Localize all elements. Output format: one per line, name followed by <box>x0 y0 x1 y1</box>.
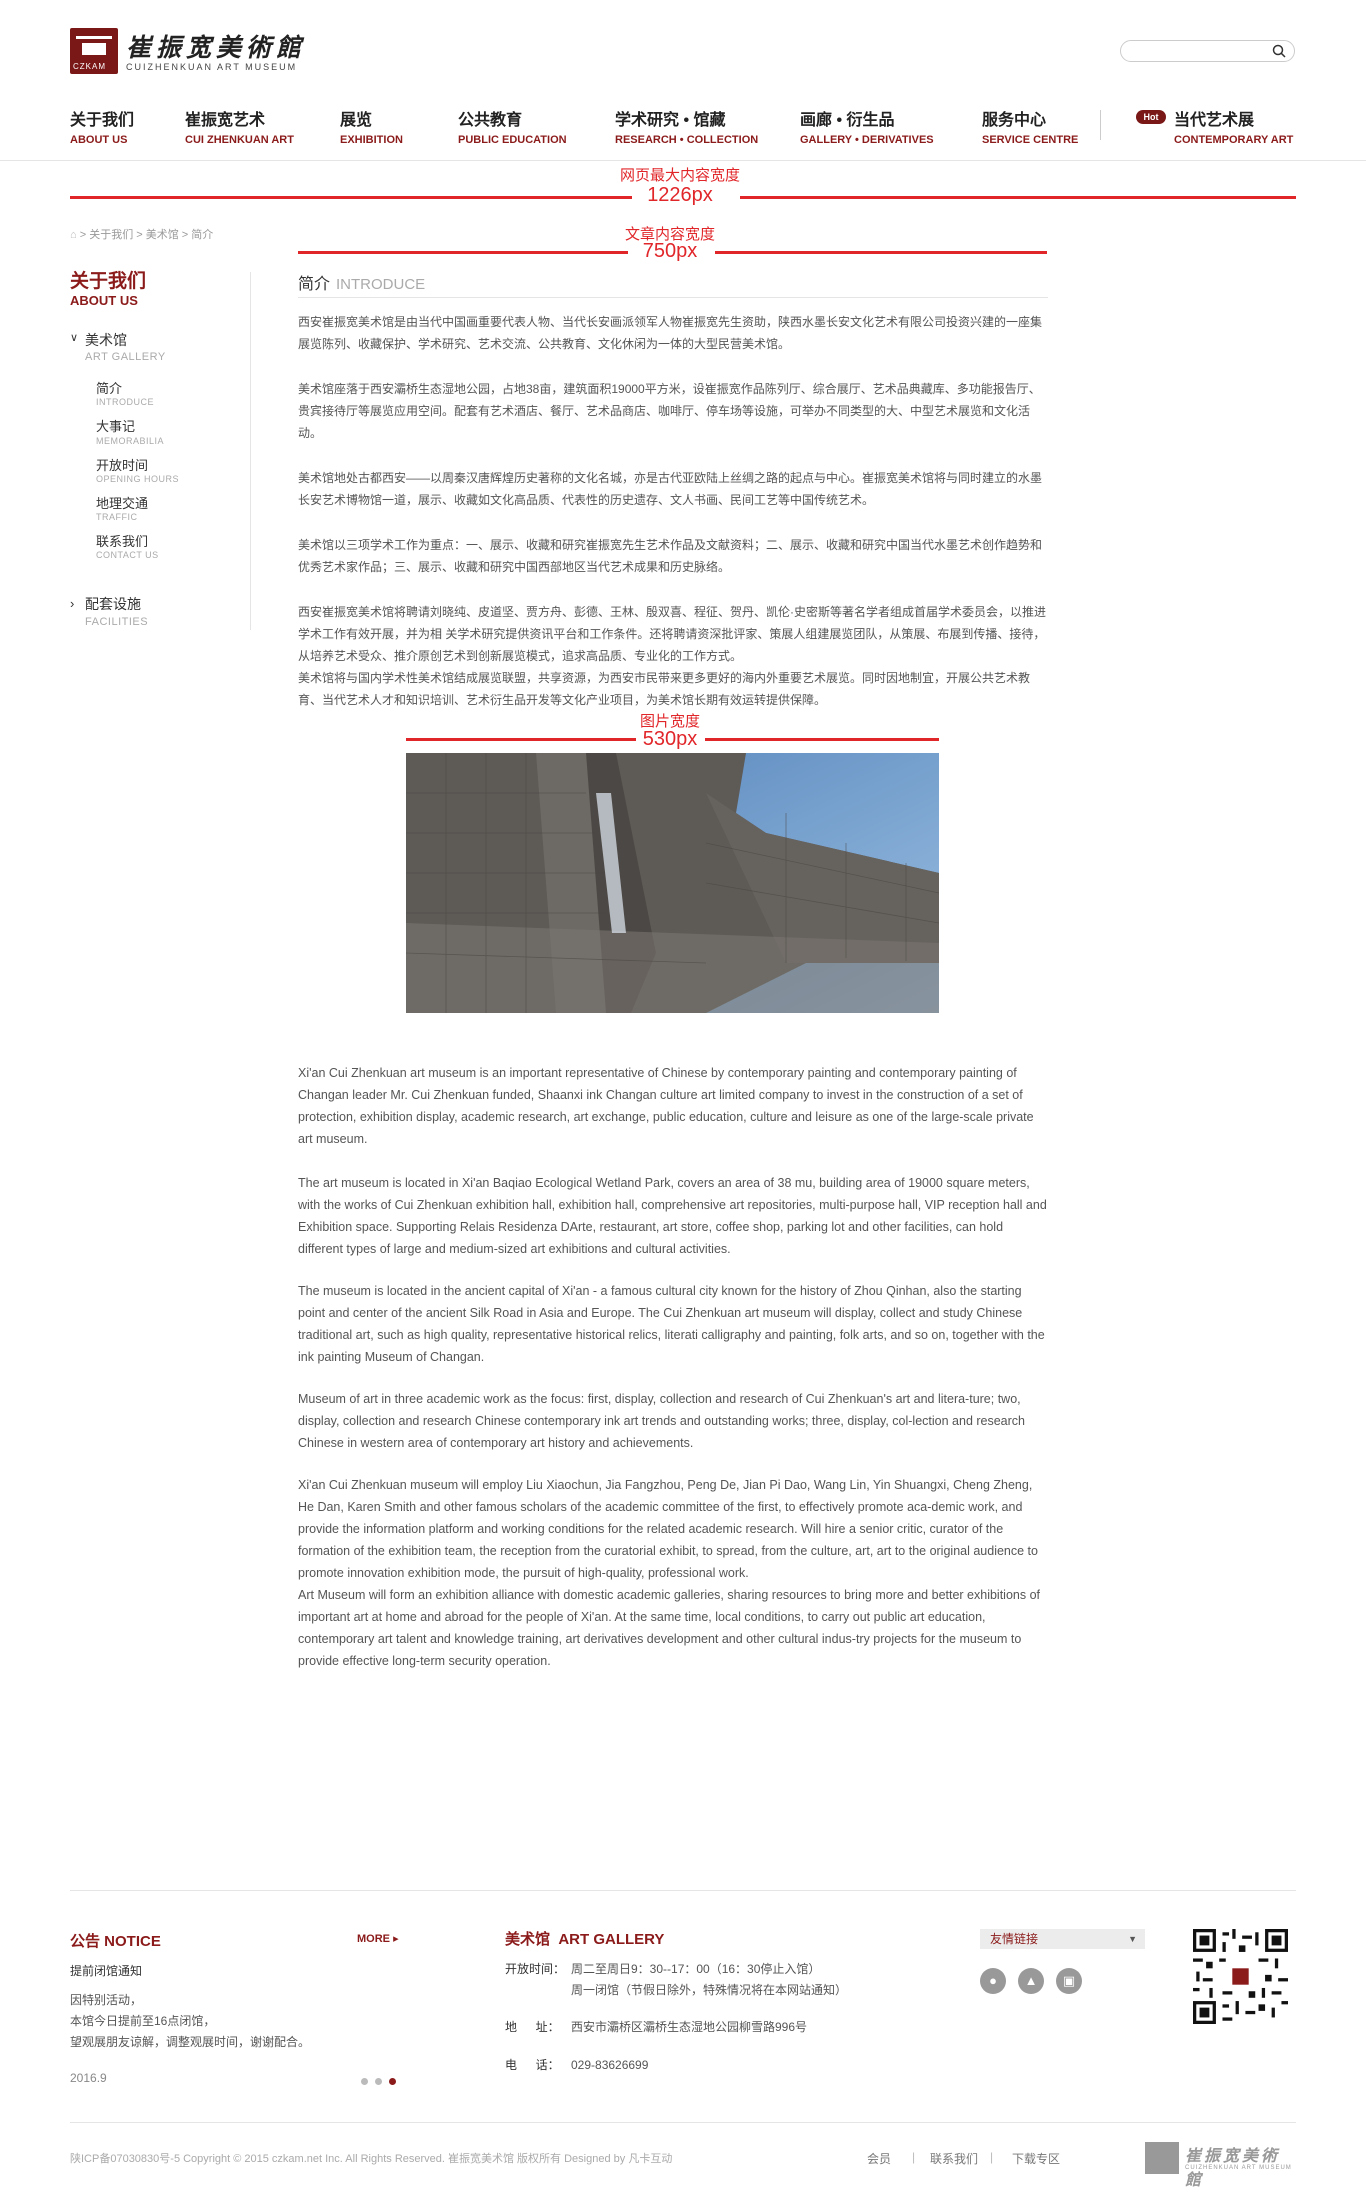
notice-line: 因特别活动， <box>70 1993 143 2007</box>
annotation-image-width-line-right <box>705 738 939 741</box>
nav-item-research[interactable]: 学术研究 • 馆藏 RESEARCH • COLLECTION <box>615 106 758 146</box>
sidebar-item-memorabilia[interactable]: 大事记 <box>96 416 135 435</box>
footer-link-separator: | <box>990 2150 994 2164</box>
notice-more-link[interactable]: MORE ▸ <box>357 1932 399 1945</box>
breadcrumb-path[interactable]: > 关于我们 > 美术馆 > 简介 <box>80 229 214 241</box>
wechat-icon[interactable]: ● <box>980 1968 1006 1994</box>
museum-photo <box>406 753 939 1013</box>
footer-link-contact[interactable]: 联系我们 <box>930 2150 978 2167</box>
sidebar-title: 关于我们 <box>70 271 147 292</box>
carousel-dot-active[interactable] <box>389 2078 396 2085</box>
site-logo[interactable]: CZKAM 崔振宽美術館 CUIZHENKUAN ART MUSEUM <box>70 28 310 76</box>
main-nav: 关于我们 ABOUT US 崔振宽艺术 CUI ZHENKUAN ART 展览 EXH… <box>70 106 1296 154</box>
article-paragraph-en: Xi'an Cui Zhenkuan art museum is an impo… <box>298 1066 1034 1146</box>
sidebar-item-traffic[interactable]: 地理交通 <box>96 493 148 512</box>
annotation-page-width-label: 网页最大内容宽度 <box>619 167 740 184</box>
footer-link-downloads[interactable]: 下载专区 <box>1012 2150 1060 2167</box>
sidebar-item-contact-en: CONTACT US <box>96 550 159 560</box>
footer-logo-subtitle: CUIZHENKUAN ART MUSEUM <box>1185 2165 1292 2171</box>
logo-mark-icon: CZKAM <box>70 28 118 74</box>
annotation-page-width-line-left <box>70 196 632 199</box>
friend-links-select[interactable]: 友情链接 ▼ <box>980 1929 1145 1949</box>
qr-code-icon <box>1193 1929 1288 2024</box>
chevron-right-icon[interactable]: › <box>70 596 74 611</box>
sidebar-item-contact[interactable]: 联系我们 <box>96 531 148 550</box>
nav-item-contemporary[interactable]: 当代艺术展 CONTEMPORARY ART <box>1174 106 1293 146</box>
sidebar-item-introduce[interactable]: 简介 <box>96 378 122 397</box>
annotation-page-width-line-right <box>740 196 1296 199</box>
chevron-down-icon[interactable]: ∨ <box>70 331 78 344</box>
sidebar-group-facilities-en: FACILITIES <box>85 616 149 628</box>
sidebar-item-introduce-en: INTRODUCE <box>96 397 154 407</box>
logo-subtitle: CUIZHENKUAN ART MUSEUM <box>126 62 298 72</box>
sidebar-divider <box>250 272 251 630</box>
notice-line: 望观展朋友谅解，调整观展时间，谢谢配合。 <box>70 2035 311 2049</box>
breadcrumb: ⌂ > 关于我们 > 美术馆 > 简介 <box>70 226 213 242</box>
article-paragraph-en: The art museum is located in Xi'an Baqia… <box>298 1176 1047 1256</box>
footer-logo-mark-icon <box>1145 2142 1179 2174</box>
annotation-image-width-line-left <box>406 738 636 741</box>
copyright-text: 陕ICP备07030830号-5 Copyright © 2015 czkam.… <box>70 2153 673 2165</box>
nav-item-cui-art[interactable]: 崔振宽艺术 CUI ZHENKUAN ART <box>185 106 294 146</box>
caret-down-icon: ▼ <box>1128 1934 1137 1944</box>
home-icon[interactable]: ⌂ <box>70 229 77 241</box>
nav-item-about[interactable]: 关于我们 ABOUT US <box>70 106 134 146</box>
sidebar-group-art-gallery[interactable]: 美术馆 <box>85 330 127 350</box>
search-input[interactable] <box>1120 40 1295 62</box>
sidebar-item-memorabilia-en: MEMORABILIA <box>96 436 165 446</box>
footer-link-member[interactable]: 会员 <box>867 2150 891 2167</box>
footer-bottom-divider <box>70 2122 1296 2123</box>
sidebar-item-opening-hours-en: OPENING HOURS <box>96 474 180 484</box>
notice-date: 2016.9 <box>70 2071 107 2085</box>
carousel-dot[interactable] <box>361 2078 368 2085</box>
logo-title: 崔振宽美術館 <box>126 33 307 62</box>
footer-logo: 崔振宽美術館 CUIZHENKUAN ART MUSEUM <box>1145 2142 1295 2189</box>
douban-icon[interactable]: ▣ <box>1056 1968 1082 1994</box>
sidebar-subtitle: ABOUT US <box>70 293 138 308</box>
sidebar-group-art-gallery-en: ART GALLERY <box>85 351 166 363</box>
article-paragraph-en: Museum of art in three academic work as … <box>298 1392 1026 1450</box>
search-icon[interactable] <box>1272 44 1286 58</box>
gallery-title: 美术馆 ART GALLERY <box>505 1931 665 1948</box>
annotation-article-width-line-left <box>298 251 628 254</box>
notice-title: 公告 NOTICE <box>70 1933 161 1950</box>
article-paragraph-cn: 美术馆座落于西安灞桥生态湿地公园，占地38亩，建筑面积19000平方米，设崔振宽… <box>298 382 1041 440</box>
phone-label: 电 话： <box>505 2058 560 2072</box>
nav-item-exhibition[interactable]: 展览 EXHIBITION <box>340 106 403 146</box>
article-paragraph-cn: 西安崔振宽美术馆是由当代中国画重要代表人物、当代长安画派领军人物崔振宽先生资助，… <box>298 315 1043 351</box>
sidebar-item-traffic-en: TRAFFIC <box>96 512 138 522</box>
address-label: 地 址： <box>505 2020 560 2034</box>
nav-item-service[interactable]: 服务中心 SERVICE CENTRE <box>982 106 1078 146</box>
qq-icon[interactable]: ▲ <box>1018 1968 1044 1994</box>
notice-line: 本馆今日提前至16点闭馆， <box>70 2014 216 2028</box>
sidebar-group-facilities[interactable]: 配套设施 <box>85 594 141 614</box>
phone-value: 029-83626699 <box>571 2058 649 2072</box>
article-title: 简介 INTRODUCE <box>298 276 426 293</box>
footer-divider <box>70 1890 1296 1891</box>
article-paragraph-en: Xi'an Cui Zhenkuan museum will employ Li… <box>298 1478 1041 1668</box>
chevron-right-icon: ▸ <box>393 1933 399 1945</box>
hours-line: 周二至周日9：30--17：00（16：30停止入馆） <box>571 1962 821 1976</box>
hours-label: 开放时间： <box>505 1962 566 1976</box>
nav-item-public-education[interactable]: 公共教育 PUBLIC EDUCATION <box>458 106 567 146</box>
header-divider <box>0 160 1366 161</box>
nav-divider <box>1100 110 1101 140</box>
article-title-divider <box>298 297 1048 298</box>
address-value: 西安市灞桥区灞桥生态湿地公园柳雪路996号 <box>571 2020 808 2034</box>
sidebar-item-opening-hours[interactable]: 开放时间 <box>96 455 148 474</box>
article-paragraph-en: The museum is located in the ancient cap… <box>298 1284 1045 1364</box>
nav-item-gallery[interactable]: 画廊 • 衍生品 GALLERY • DERIVATIVES <box>800 106 934 146</box>
hours-line: 周一闭馆（节假日除外，特殊情况将在本网站通知） <box>571 1983 848 1997</box>
article-paragraph-cn: 美术馆地处古都西安——以周秦汉唐辉煌历史著称的文化名城，亦是古代亚欧陆上丝绸之路… <box>298 471 1043 507</box>
article-paragraph-cn: 西安崔振宽美术馆将聘请刘晓纯、皮道坚、贾方舟、彭德、王林、殷双喜、程征、贺丹、凯… <box>298 605 1047 707</box>
footer-link-separator: | <box>912 2150 916 2164</box>
hot-badge: Hot <box>1136 110 1166 124</box>
carousel-dot[interactable] <box>375 2078 382 2085</box>
notice-headline[interactable]: 提前闭馆通知 <box>70 1961 142 1981</box>
article-paragraph-cn: 美术馆以三项学术工作为重点：一、展示、收藏和研究崔振宽先生艺术作品及文献资料；二… <box>298 538 1043 574</box>
annotation-article-width-line-right <box>715 251 1047 254</box>
